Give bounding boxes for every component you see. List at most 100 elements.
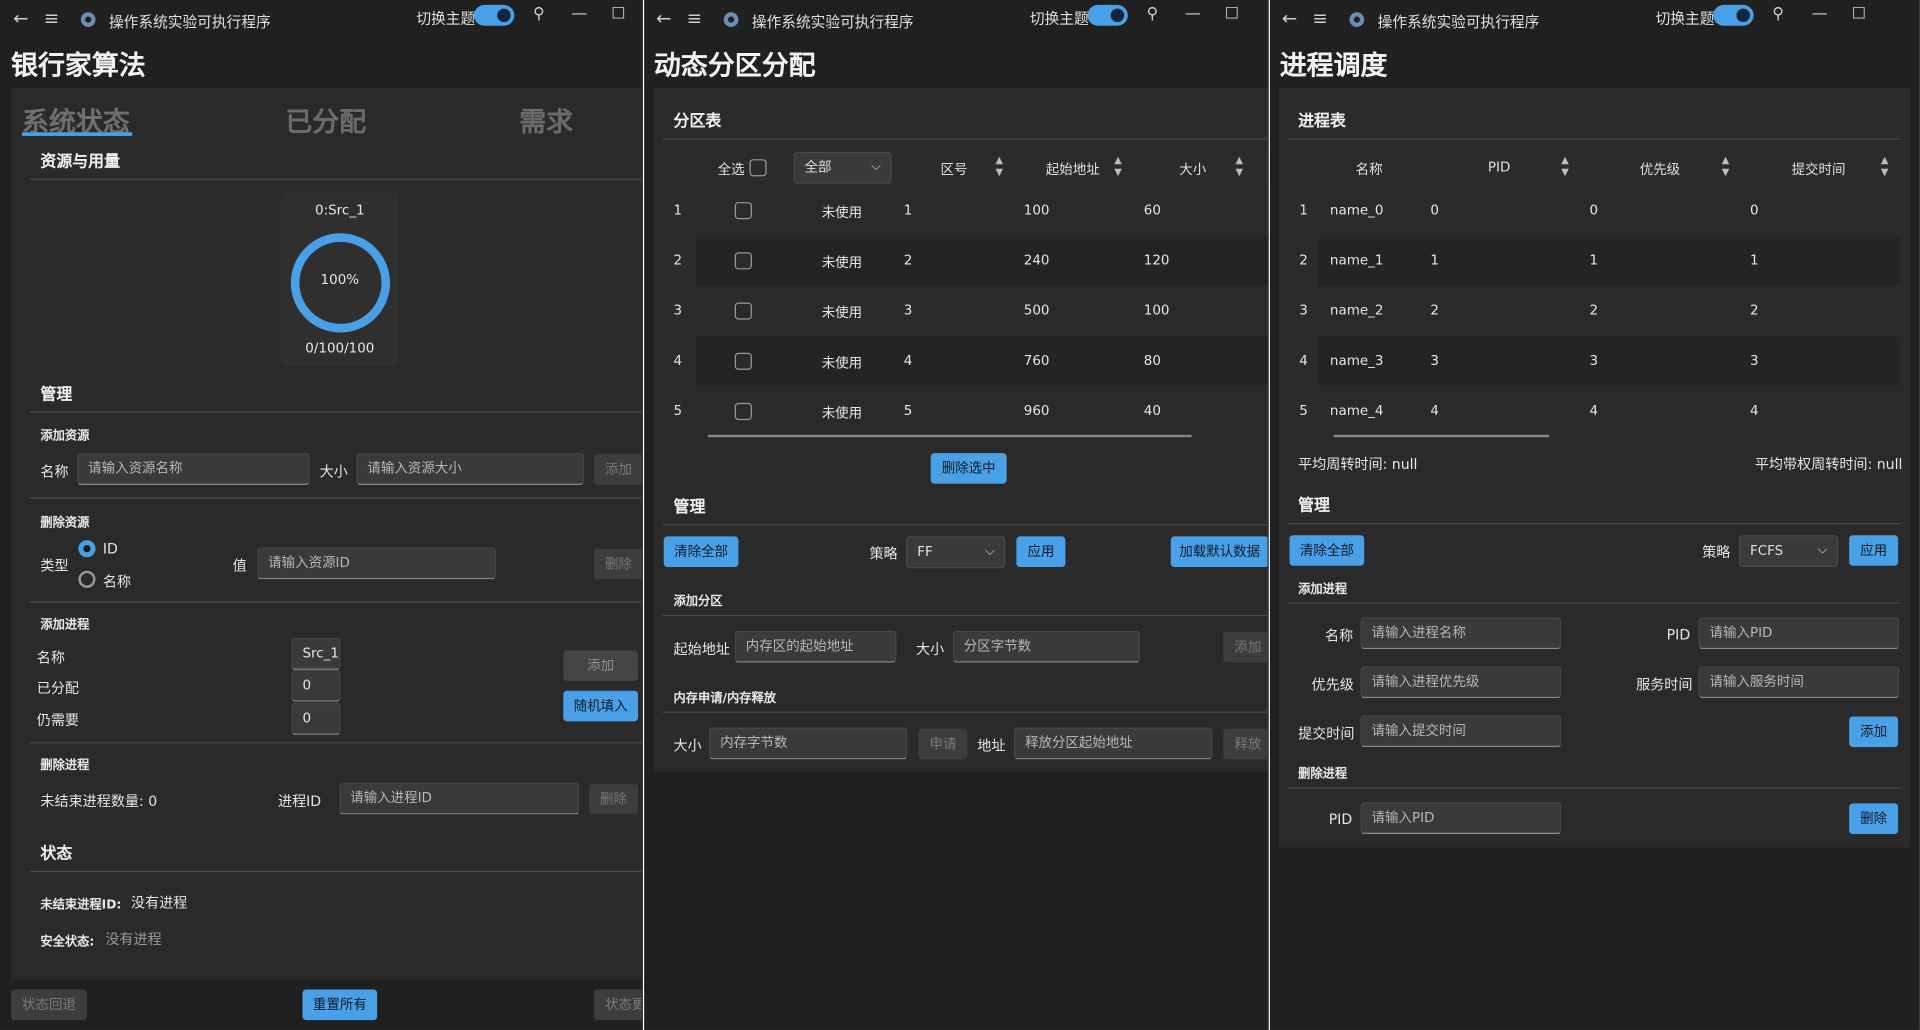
cell-size: 80 [1143, 352, 1161, 369]
priority-input[interactable]: 请输入进程优先级 [1360, 666, 1562, 699]
table-row[interactable] [1318, 387, 1900, 436]
process-name-cell[interactable]: Src_1 [291, 638, 341, 670]
process-id-input[interactable]: 请输入进程ID [339, 782, 580, 815]
strategy-select[interactable]: FCFS ⌵ [1738, 535, 1839, 568]
table-row[interactable] [695, 186, 1268, 236]
maximize-icon[interactable]: ☐ [1222, 5, 1242, 25]
gauge-usage: 0/100/100 [305, 340, 375, 357]
maximize-icon[interactable]: ☐ [1849, 5, 1869, 25]
table-row[interactable] [1318, 286, 1900, 336]
pid-input[interactable]: 请输入PID [1698, 617, 1900, 650]
back-icon[interactable]: ← [1278, 7, 1300, 29]
tab-allocated[interactable]: 已分配 [285, 100, 366, 139]
header-id[interactable]: 区号 [940, 159, 967, 179]
add-partition-button[interactable]: 添加 [1223, 631, 1268, 663]
resource-size-input[interactable]: 请输入资源大小 [356, 453, 585, 485]
partition-window: ← ≡ 操作系统实验可执行程序 切换主题 ⚲ — ☐ 动态分区分配 分区表 全选… [644, 0, 1269, 1030]
table-row[interactable] [695, 387, 1268, 436]
theme-toggle[interactable] [1087, 4, 1128, 26]
pin-icon[interactable]: ⚲ [529, 5, 549, 25]
allocated-cell[interactable]: 0 [291, 669, 341, 702]
header-name[interactable]: 名称 [1356, 159, 1383, 179]
minimize-icon[interactable]: — [1183, 5, 1203, 25]
sort-icon[interactable]: ▲ ▼ [1559, 154, 1571, 178]
table-row[interactable] [1318, 186, 1900, 236]
sort-icon[interactable]: ▲ ▼ [1719, 154, 1731, 178]
process-name-input[interactable]: 请输入进程名称 [1360, 617, 1562, 650]
resource-name-input[interactable]: 请输入资源名称 [77, 453, 310, 485]
pin-icon[interactable]: ⚲ [1143, 5, 1163, 25]
row-number: 3 [673, 302, 683, 319]
release-button[interactable]: 释放 [1223, 728, 1268, 760]
table-row[interactable] [1318, 236, 1900, 286]
delete-resource-button[interactable]: 删除 [593, 548, 642, 580]
theme-toggle[interactable] [1713, 4, 1754, 26]
clear-all-button[interactable]: 清除全部 [663, 536, 739, 568]
add-process-button[interactable]: 添加 [1849, 716, 1899, 748]
header-start[interactable]: 起始地址 [1046, 159, 1100, 179]
table-row[interactable] [695, 336, 1268, 386]
select-all-checkbox[interactable] [749, 159, 767, 177]
row-checkbox[interactable] [734, 352, 752, 370]
start-address-input[interactable]: 内存区的起始地址 [734, 630, 897, 663]
delete-process-button[interactable]: 删除 [589, 783, 639, 815]
header-submit-time[interactable]: 提交时间 [1792, 159, 1846, 179]
partition-size-input[interactable]: 分区字节数 [952, 630, 1141, 663]
status-filter-select[interactable]: 全部 ⌵ [793, 151, 892, 184]
sort-icon[interactable]: ▲ ▼ [1112, 154, 1124, 178]
delete-selected-button[interactable]: 删除选中 [930, 453, 1007, 484]
header-pid[interactable]: PID [1488, 159, 1510, 175]
strategy-select[interactable]: FF ⌵ [906, 536, 1006, 569]
tab-need[interactable]: 需求 [519, 100, 573, 139]
table-row[interactable] [695, 286, 1268, 336]
table-row[interactable] [1318, 336, 1900, 386]
sort-icon[interactable]: ▲ ▼ [993, 154, 1005, 178]
chevron-down-icon: ⌵ [1817, 543, 1828, 558]
release-address-input[interactable]: 释放分区起始地址 [1013, 727, 1213, 760]
apply-strategy-button[interactable]: 应用 [1016, 536, 1066, 568]
pin-icon[interactable]: ⚲ [1768, 5, 1788, 25]
minimize-icon[interactable]: — [1810, 5, 1830, 25]
row-checkbox[interactable] [734, 252, 752, 270]
radio-id[interactable] [78, 540, 96, 558]
allocate-button[interactable]: 申请 [918, 728, 968, 760]
horizontal-scrollbar[interactable] [707, 434, 1192, 438]
clear-all-button[interactable]: 清除全部 [1289, 535, 1365, 566]
maximize-icon[interactable]: ☐ [609, 5, 629, 25]
row-checkbox[interactable] [734, 302, 752, 320]
add-resource-button[interactable]: 添加 [593, 454, 642, 485]
reset-all-button[interactable]: 重置所有 [302, 989, 378, 1021]
random-fill-button[interactable]: 随机填入 [563, 690, 639, 722]
menu-icon[interactable]: ≡ [683, 7, 705, 29]
back-icon[interactable]: ← [653, 7, 675, 29]
update-state-button[interactable]: 状态更 [593, 989, 642, 1021]
horizontal-scrollbar[interactable] [1333, 434, 1550, 438]
submit-time-input[interactable]: 请输入提交时间 [1360, 715, 1562, 748]
menu-icon[interactable]: ≡ [1309, 7, 1331, 29]
header-priority[interactable]: 优先级 [1640, 159, 1680, 179]
header-size[interactable]: 大小 [1179, 159, 1206, 179]
apply-strategy-button[interactable]: 应用 [1849, 535, 1899, 566]
back-icon[interactable]: ← [10, 7, 32, 29]
theme-toggle[interactable] [473, 4, 515, 26]
menu-icon[interactable]: ≡ [40, 7, 62, 29]
delete-process-button[interactable]: 删除 [1849, 803, 1899, 835]
resource-value-input[interactable]: 请输入资源ID [257, 547, 496, 580]
delete-pid-input[interactable]: 请输入PID [1360, 802, 1562, 835]
radio-name[interactable] [78, 570, 96, 588]
memory-size-input[interactable]: 内存字节数 [709, 727, 908, 760]
rollback-button[interactable]: 状态回退 [11, 989, 87, 1021]
screen: ← ≡ 操作系统实验可执行程序 切换主题 ⚲ — ☐ 银行家算法 系统状态 已分… [0, 0, 1920, 1030]
service-time-input[interactable]: 请输入服务时间 [1698, 666, 1900, 699]
sort-icon[interactable]: ▲ ▼ [1233, 154, 1245, 178]
avg-weighted-turnaround: 平均带权周转时间: null [1754, 455, 1903, 473]
load-default-button[interactable]: 加载默认数据 [1170, 536, 1268, 568]
need-cell[interactable]: 0 [291, 702, 341, 735]
table-row[interactable] [695, 236, 1268, 286]
add-process-button[interactable]: 添加 [563, 650, 639, 681]
delete-process-title: 删除进程 [40, 759, 90, 773]
row-checkbox[interactable] [734, 402, 752, 421]
row-checkbox[interactable] [734, 202, 752, 220]
minimize-icon[interactable]: — [569, 5, 589, 25]
sort-icon[interactable]: ▲ ▼ [1879, 154, 1891, 178]
